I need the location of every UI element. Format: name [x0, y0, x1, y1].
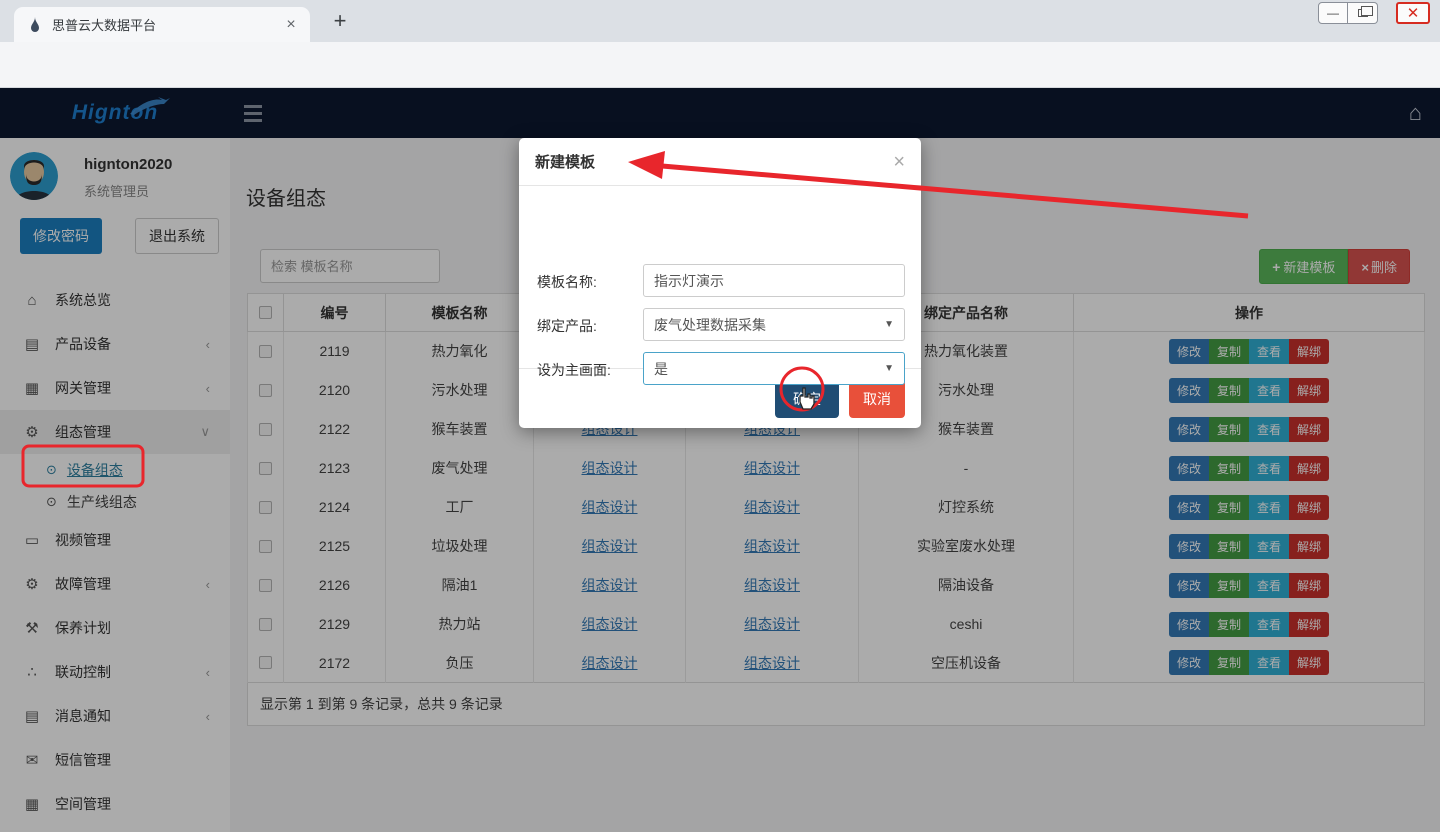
modal-title: 新建模板	[535, 151, 595, 172]
template-name-input[interactable]	[654, 273, 894, 289]
chevron-down-icon: ▼	[884, 319, 894, 330]
tab-close-icon[interactable]: ×	[282, 16, 300, 34]
browser-tabstrip: 思普云大数据平台 × + — ✕	[0, 0, 1440, 42]
minimize-button[interactable]: —	[1318, 2, 1348, 24]
browser-tab[interactable]: 思普云大数据平台 ×	[14, 7, 310, 42]
main-screen-label: 设为主画面:	[537, 360, 611, 380]
restore-button[interactable]	[1348, 2, 1378, 24]
browser-toolbar: ← → ↻ 不安全 | iot.idosp.net /admin/index.h…	[0, 42, 1440, 88]
cancel-button[interactable]: 取消	[849, 380, 905, 418]
confirm-button[interactable]: 确定	[775, 380, 839, 418]
template-name-label: 模板名称:	[537, 272, 597, 292]
template-name-field[interactable]	[643, 264, 905, 297]
tab-title: 思普云大数据平台	[52, 15, 282, 34]
bind-product-label: 绑定产品:	[537, 316, 597, 336]
favicon-drop-icon	[28, 17, 42, 33]
new-tab-button[interactable]: +	[326, 8, 354, 36]
main-screen-select[interactable]: 是 ▼	[643, 352, 905, 385]
close-button[interactable]: ✕	[1396, 2, 1430, 24]
window-controls: — ✕	[1318, 2, 1430, 24]
chevron-down-icon: ▼	[884, 363, 894, 374]
modal-close-icon[interactable]: ×	[893, 152, 905, 172]
bind-product-select[interactable]: 废气处理数据采集 ▼	[643, 308, 905, 341]
new-template-modal: 新建模板 × 模板名称: 绑定产品: 废气处理数据采集 ▼ 设为主画面: 是 ▼…	[519, 138, 921, 428]
